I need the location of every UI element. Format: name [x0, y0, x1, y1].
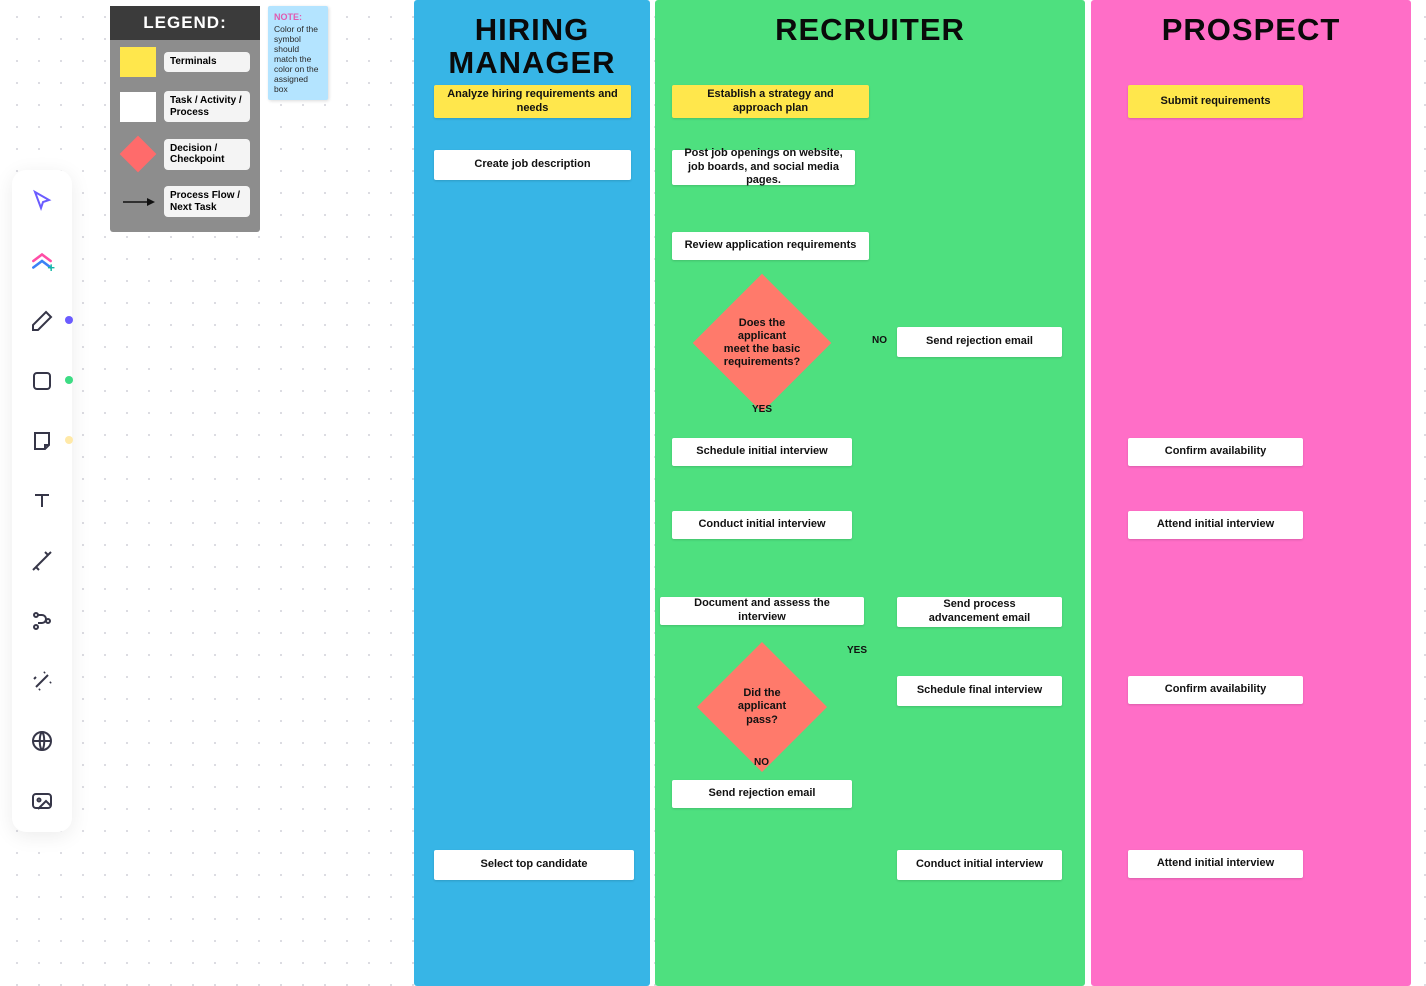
- node-conduct-initial[interactable]: Conduct initial interview: [672, 511, 852, 539]
- node-post-openings[interactable]: Post job openings on website, job boards…: [672, 150, 855, 185]
- node-analyze-requirements[interactable]: Analyze hiring requirements and needs: [434, 85, 631, 118]
- decision-swatch: [120, 136, 156, 172]
- mindmap-tool[interactable]: [25, 604, 59, 638]
- node-schedule-initial[interactable]: Schedule initial interview: [672, 438, 852, 466]
- terminal-swatch: [120, 47, 156, 77]
- tool-palette: +: [12, 170, 72, 832]
- web-tool[interactable]: [25, 724, 59, 758]
- node-select-top-candidate[interactable]: Select top candidate: [434, 850, 634, 880]
- legend-row-flow: Process Flow / Next Task: [110, 179, 260, 224]
- node-conduct-initial-2[interactable]: Conduct initial interview: [897, 850, 1062, 880]
- text-tool[interactable]: [25, 484, 59, 518]
- pen-tool[interactable]: [25, 304, 59, 338]
- pen-color-dot: [65, 316, 73, 324]
- legend-panel[interactable]: LEGEND: Terminals Task / Activity / Proc…: [110, 6, 260, 232]
- legend-label: Decision / Checkpoint: [164, 139, 250, 170]
- lane-title: RECRUITER: [655, 14, 1085, 47]
- note-body: Color of the symbol should match the col…: [274, 24, 322, 94]
- sticky-tool[interactable]: [25, 424, 59, 458]
- lane-hiring-manager[interactable]: HIRING MANAGER: [414, 0, 650, 986]
- node-confirm-availability-1[interactable]: Confirm availability: [1128, 438, 1303, 466]
- note-title: NOTE:: [274, 12, 322, 22]
- connector-tool[interactable]: [25, 544, 59, 578]
- note-sticky[interactable]: NOTE: Color of the symbol should match t…: [268, 6, 328, 100]
- flow-swatch: [120, 187, 156, 217]
- svg-text:+: +: [47, 260, 55, 274]
- legend-label: Terminals: [164, 52, 250, 72]
- legend-row-decision: Decision / Checkpoint: [110, 129, 260, 179]
- edge-label-yes-2: YES: [847, 645, 867, 656]
- lane-title: HIRING MANAGER: [414, 14, 650, 79]
- legend-label: Task / Activity / Process: [164, 91, 250, 122]
- node-create-job-description[interactable]: Create job description: [434, 150, 631, 180]
- edge-label-no-2: NO: [754, 757, 769, 768]
- decision-text: Did the applicant pass?: [716, 661, 808, 753]
- sticky-color-dot: [65, 436, 73, 444]
- node-send-rejection-2[interactable]: Send rejection email: [672, 780, 852, 808]
- lane-title: PROSPECT: [1091, 14, 1411, 47]
- shape-tool[interactable]: [25, 364, 59, 398]
- magic-tool[interactable]: [25, 664, 59, 698]
- node-send-rejection-1[interactable]: Send rejection email: [897, 327, 1062, 357]
- legend-label: Process Flow / Next Task: [164, 186, 250, 217]
- node-confirm-availability-2[interactable]: Confirm availability: [1128, 676, 1303, 704]
- node-attend-initial-1[interactable]: Attend initial interview: [1128, 511, 1303, 539]
- node-establish-strategy[interactable]: Establish a strategy and approach plan: [672, 85, 869, 118]
- legend-row-task: Task / Activity / Process: [110, 84, 260, 129]
- legend-title: LEGEND:: [110, 6, 260, 40]
- decision-text: Does the applicant meet the basic requir…: [713, 294, 811, 392]
- legend-row-terminals: Terminals: [110, 40, 260, 84]
- select-tool[interactable]: [25, 184, 59, 218]
- image-tool[interactable]: [25, 784, 59, 818]
- shape-color-dot: [65, 376, 73, 384]
- node-process-advancement[interactable]: Send process advancement email: [897, 597, 1062, 627]
- node-document-assess[interactable]: Document and assess the interview: [660, 597, 864, 625]
- decision-applicant-pass[interactable]: Did the applicant pass?: [716, 661, 808, 753]
- node-submit-requirements[interactable]: Submit requirements: [1128, 85, 1303, 118]
- lane-prospect[interactable]: PROSPECT: [1091, 0, 1411, 986]
- node-attend-initial-2[interactable]: Attend initial interview: [1128, 850, 1303, 878]
- edge-label-yes: YES: [752, 404, 772, 415]
- node-review-application[interactable]: Review application requirements: [672, 232, 869, 260]
- task-swatch: [120, 92, 156, 122]
- edge-label-no: NO: [872, 335, 887, 346]
- decision-basic-requirements[interactable]: Does the applicant meet the basic requir…: [713, 294, 811, 392]
- templates-tool[interactable]: +: [25, 244, 59, 278]
- node-schedule-final[interactable]: Schedule final interview: [897, 676, 1062, 706]
